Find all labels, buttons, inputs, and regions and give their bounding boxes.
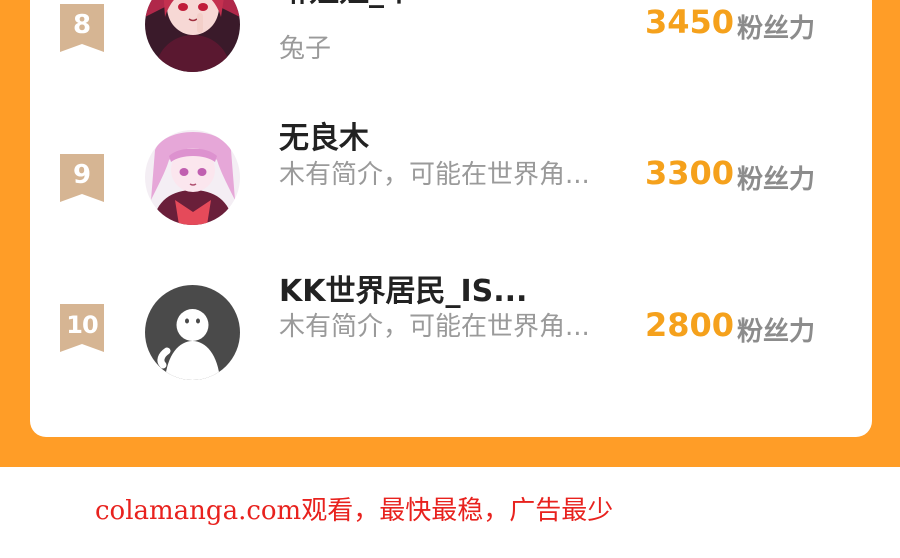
- anime-girl-pink-hair-avatar-icon[interactable]: [145, 130, 240, 225]
- watermark-text: colamanga.com观看，最快最稳，广告最少: [95, 496, 614, 526]
- fan-power-count: 2800: [645, 306, 735, 344]
- user-name[interactable]: KK世界居民_IS...: [279, 266, 527, 310]
- rank-number: 10: [66, 311, 98, 339]
- fan-power-unit: 粉丝力: [737, 165, 816, 195]
- fan-power-unit: 粉丝力: [737, 14, 816, 44]
- user-description: 木有简介，可能在世界角...: [279, 160, 590, 190]
- fan-power-count: 3450: [645, 3, 735, 41]
- fans-ranking-card: 8 琳姐姐_丫 兔子 3450 粉丝力 9: [30, 0, 872, 437]
- ranking-row-10[interactable]: 10 KK世界居民_IS... 木有简介，可能在世界角... 2800 粉丝力: [30, 270, 872, 420]
- ranking-row-8[interactable]: 8 琳姐姐_丫 兔子 3450 粉丝力: [30, 0, 872, 120]
- default-user-avatar-icon[interactable]: [145, 285, 240, 380]
- user-name[interactable]: 琳姐姐_丫: [279, 0, 414, 10]
- rank-badge: 8: [60, 4, 104, 52]
- anime-girl-avatar-icon[interactable]: [145, 0, 240, 72]
- fan-power-unit: 粉丝力: [737, 317, 816, 347]
- user-description: 兔子: [279, 34, 332, 64]
- user-description: 木有简介，可能在世界角...: [279, 312, 590, 342]
- ranking-row-9[interactable]: 9 无良木 木有简介，可能在世界角... 3300 粉丝力: [30, 120, 872, 270]
- rank-badge: 10: [60, 304, 104, 352]
- rank-badge: 9: [60, 154, 104, 202]
- rank-number: 9: [72, 160, 92, 190]
- fan-power-count: 3300: [645, 154, 735, 192]
- user-name[interactable]: 无良木: [279, 113, 369, 157]
- rank-number: 8: [72, 10, 92, 40]
